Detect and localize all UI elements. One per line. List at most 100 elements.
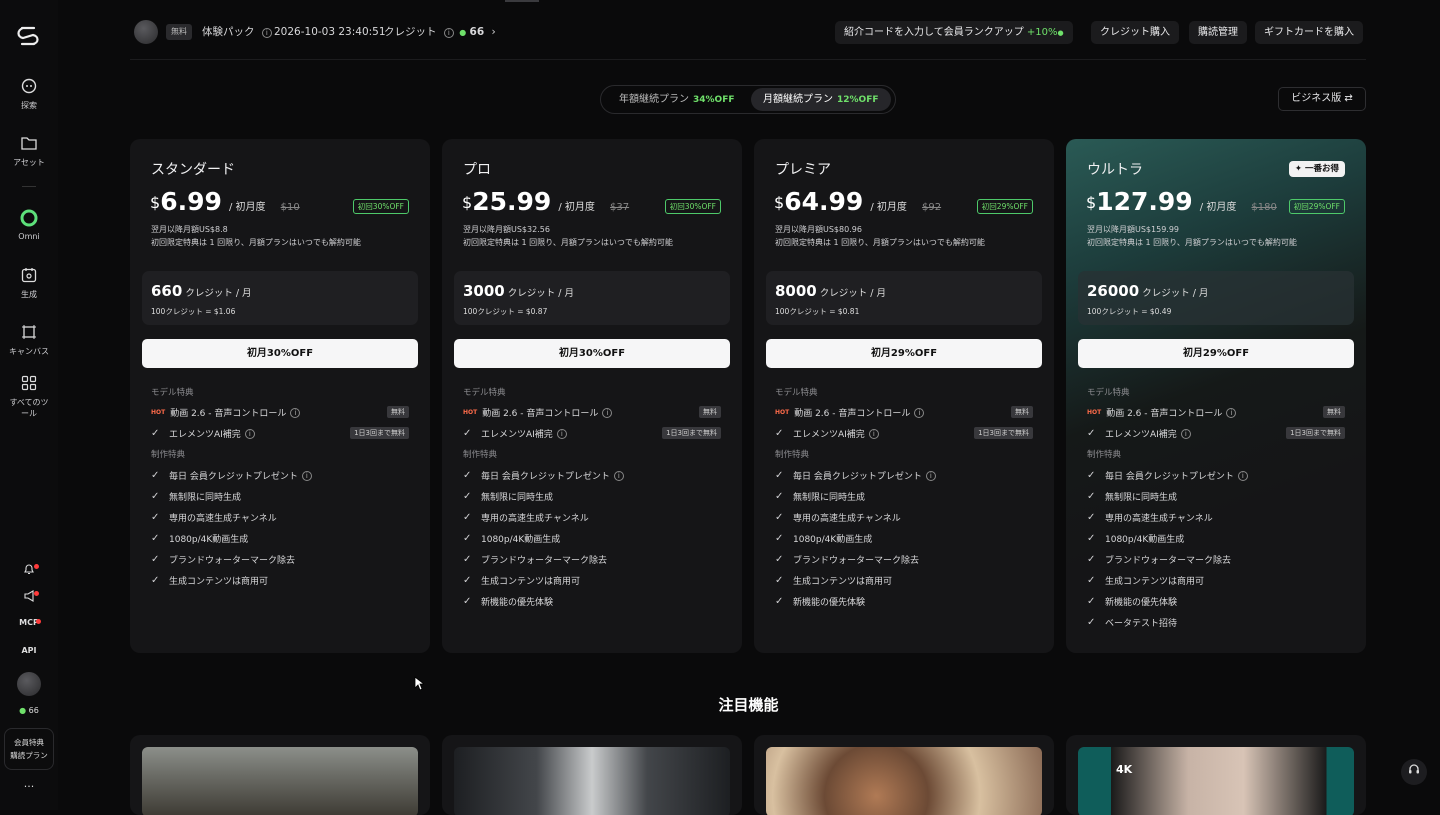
app-logo-icon[interactable]: [14, 22, 42, 50]
plan-note: 初回限定特典は 1 回限り、月額プランはいつでも解約可能: [463, 238, 673, 247]
feature-text: 専用の高速生成チャンネル: [1105, 514, 1213, 524]
credits-amount: 8000: [775, 282, 817, 300]
model-benefit-item: ✓ エレメンツAI補完 i: [1087, 427, 1191, 440]
sidebar-item-label: すべてのツール: [9, 398, 49, 418]
model-benefit-item: HOT 動画 2.6 - 音声コントロール i: [775, 406, 925, 419]
sidebar-item-explore[interactable]: 探索: [0, 76, 58, 111]
info-icon[interactable]: i: [301, 470, 312, 481]
sidebar-item-omni[interactable]: Omni: [0, 208, 58, 241]
user-avatar[interactable]: [17, 672, 41, 696]
referral-text: 紹介コードを入力して会員ランクアップ: [844, 27, 1024, 38]
info-icon[interactable]: i: [1180, 428, 1191, 439]
plan-price: $127.99 / 初月度 $180: [1086, 187, 1277, 216]
check-icon: ✓: [775, 533, 784, 544]
hot-badge: HOT: [463, 409, 478, 416]
referral-button[interactable]: 紹介コードを入力して会員ランクアップ +10%●: [835, 21, 1073, 44]
feature-card[interactable]: [442, 735, 742, 815]
credits-box: 660 クレジット / 月 100クレジット = $1.06: [142, 271, 418, 325]
benefit-pill: 無料: [1323, 406, 1345, 418]
credits-amount: 660: [151, 282, 183, 300]
tab-yearly[interactable]: 年額継続プラン 34%OFF: [607, 88, 747, 111]
subscribe-button[interactable]: 初月29%OFF: [1078, 339, 1354, 368]
info-icon[interactable]: i: [1226, 407, 1237, 418]
tab-monthly[interactable]: 月額継続プラン 12%OFF: [751, 88, 891, 111]
feature-text: 毎日 会員クレジットプレゼント: [169, 472, 298, 482]
credits-amount: 26000: [1087, 282, 1140, 300]
sidebar-item-assets[interactable]: アセット: [0, 133, 58, 168]
check-icon: ✓: [1087, 533, 1096, 544]
buy-gift-card-button[interactable]: ギフトカードを購入: [1255, 21, 1363, 44]
renewal-price: 翌月以降月額US$8.8: [151, 225, 228, 234]
info-icon[interactable]: i: [868, 428, 879, 439]
feature-item: ✓ 専用の高速生成チャンネル: [775, 511, 901, 524]
credits-rate: 100クレジット = $0.87: [463, 307, 548, 316]
feature-text: 無制限に同時生成: [481, 493, 554, 503]
info-icon[interactable]: i: [602, 407, 613, 418]
benefit-pill: 無料: [699, 406, 721, 418]
model-benefit-item: HOT 動画 2.6 - 音声コントロール i: [463, 406, 613, 419]
production-benefits-heading: 制作特典: [775, 450, 810, 460]
more-menu-button[interactable]: ···: [0, 780, 58, 793]
sidebar-item-all-tools[interactable]: すべてのツール: [0, 373, 58, 419]
subscribe-button[interactable]: 初月29%OFF: [766, 339, 1042, 368]
info-icon[interactable]: i: [556, 428, 567, 439]
check-icon: ✓: [151, 428, 160, 439]
feature-thumbnail: 4K: [1078, 747, 1354, 815]
business-edition-button[interactable]: ビジネス版 ⇄: [1278, 87, 1366, 111]
info-icon[interactable]: i: [925, 470, 936, 481]
benefit-text: 動画 2.6 - 音声コントロール: [794, 409, 911, 419]
credits-unit: クレジット / 月: [1142, 288, 1209, 299]
plan-name: ウルトラ: [1087, 162, 1143, 178]
feature-item: ✓ 生成コンテンツは商用可: [775, 574, 892, 587]
check-icon: ✓: [1087, 617, 1096, 628]
canvas-icon: [19, 322, 39, 342]
mcp-dot: [36, 619, 41, 624]
subscribe-button[interactable]: 初月30%OFF: [454, 339, 730, 368]
feature-item: ✓ 無制限に同時生成: [775, 490, 865, 503]
info-icon[interactable]: i: [1237, 470, 1248, 481]
support-headset-icon[interactable]: [1401, 759, 1427, 785]
feature-item: ✓ ブランドウォーターマーク除去: [151, 553, 295, 566]
original-price: $180: [1251, 202, 1277, 213]
feature-item: ✓ 新機能の優先体験: [775, 595, 865, 608]
subscribe-button[interactable]: 初月30%OFF: [142, 339, 418, 368]
plan-name: プロ: [463, 162, 491, 178]
sidebar-item-canvas[interactable]: キャンバス: [0, 322, 58, 357]
credit-status[interactable]: クレジット i ● 66 ›: [384, 24, 496, 41]
user-avatar-top[interactable]: [134, 20, 158, 44]
notification-dot: [34, 564, 39, 569]
info-icon[interactable]: i: [290, 407, 301, 418]
check-icon: ✓: [463, 596, 472, 607]
price-period: / 初月度: [1199, 202, 1237, 213]
buy-credits-button[interactable]: クレジット購入: [1091, 21, 1179, 44]
sidebar-item-generate[interactable]: 生成: [0, 265, 58, 300]
notification-bell-icon[interactable]: [0, 563, 58, 577]
check-icon: ✓: [463, 512, 472, 523]
sidebar-item-label: キャンバス: [9, 347, 49, 356]
price-currency: $: [774, 193, 785, 212]
credits-rate: 100クレジット = $0.49: [1087, 307, 1172, 316]
plan-tag: 無料: [166, 24, 192, 40]
check-icon: ✓: [463, 575, 472, 586]
info-icon[interactable]: i: [613, 470, 624, 481]
discount-badge: 初回29%OFF: [1288, 199, 1345, 214]
check-icon: ✓: [775, 512, 784, 523]
benefit-text: エレメンツAI補完: [481, 430, 553, 440]
info-icon[interactable]: i: [914, 407, 925, 418]
api-link[interactable]: API: [0, 646, 58, 655]
mcp-link[interactable]: MCP: [0, 618, 58, 627]
member-plan-button[interactable]: 会員特典 購読プラン: [4, 728, 54, 770]
info-icon[interactable]: i: [244, 428, 255, 439]
feature-card[interactable]: [130, 735, 430, 815]
benefit-pill: 1日3回まで無料: [662, 427, 721, 439]
plan-name: スタンダード: [151, 162, 235, 178]
feature-text: 毎日 会員クレジットプレゼント: [481, 472, 610, 482]
feature-card[interactable]: [754, 735, 1054, 815]
info-icon: i: [261, 28, 272, 38]
announcement-megaphone-icon[interactable]: [0, 590, 58, 604]
credits-unit: クレジット / 月: [819, 288, 886, 299]
feature-card[interactable]: 4K: [1066, 735, 1366, 815]
trial-pack-label[interactable]: 体験パック i: [202, 24, 272, 40]
subscription-management-button[interactable]: 購読管理: [1189, 21, 1247, 44]
model-benefit-item: HOT 動画 2.6 - 音声コントロール i: [151, 406, 301, 419]
